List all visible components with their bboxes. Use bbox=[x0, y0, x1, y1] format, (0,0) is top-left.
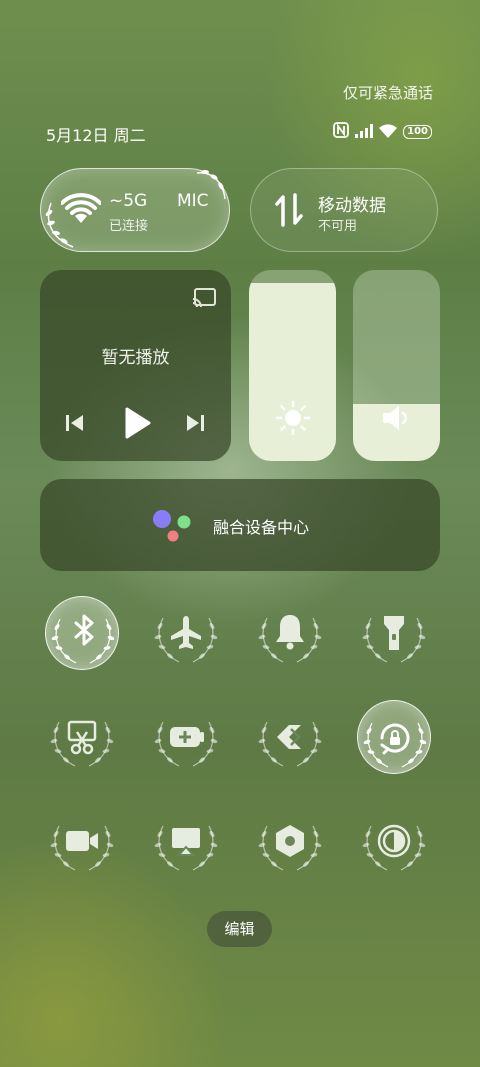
toggle-bluetooth[interactable] bbox=[45, 596, 119, 670]
status-icons: 100 bbox=[333, 122, 432, 142]
camera-icon bbox=[50, 825, 114, 871]
media-title: 暂无播放 bbox=[101, 348, 170, 368]
scissors-icon bbox=[50, 720, 114, 767]
mobile-data-title: 移动数据 bbox=[318, 196, 386, 216]
toggle-dark-mode[interactable] bbox=[357, 804, 431, 878]
speaker-icon bbox=[381, 404, 413, 436]
data-transfer-icon bbox=[275, 193, 303, 231]
share-icon bbox=[258, 721, 322, 767]
toggle-airplane-mode[interactable] bbox=[149, 596, 223, 670]
wifi-status: 已连接 bbox=[109, 219, 149, 234]
previous-track-icon[interactable] bbox=[65, 413, 85, 437]
mobile-data-status: 不可用 bbox=[318, 219, 358, 234]
nfc-icon bbox=[333, 122, 350, 142]
cast-icon[interactable] bbox=[191, 287, 217, 313]
wifi-title: ~5G bbox=[109, 191, 148, 211]
contrast-icon bbox=[362, 824, 426, 871]
toggle-share[interactable] bbox=[253, 700, 327, 774]
wifi-tile[interactable]: ~5G MIC 已连接 bbox=[40, 168, 230, 252]
battery-icon: 100 bbox=[403, 125, 432, 139]
signal-icon bbox=[355, 123, 374, 142]
bell-icon bbox=[258, 615, 322, 663]
date-text: 5月12日 周二 bbox=[46, 126, 146, 145]
mobile-data-tile[interactable]: 移动数据 不可用 bbox=[250, 168, 438, 252]
device-hub-card[interactable]: 融合设备中心 bbox=[40, 479, 440, 571]
toggle-settings-nut[interactable] bbox=[253, 804, 327, 878]
play-icon[interactable] bbox=[123, 407, 151, 443]
rotation-lock-icon bbox=[363, 722, 427, 768]
cast-icon bbox=[154, 825, 218, 871]
device-hub-logo-icon bbox=[152, 509, 194, 549]
next-track-icon[interactable] bbox=[185, 413, 205, 437]
toggle-cast[interactable] bbox=[149, 804, 223, 878]
brightness-slider[interactable] bbox=[249, 270, 336, 461]
toggle-rotation-lock[interactable] bbox=[357, 700, 431, 774]
emergency-calls-only-text: 仅可紧急通话 bbox=[342, 84, 433, 102]
flashlight-icon bbox=[362, 616, 426, 663]
edit-button[interactable]: 编辑 bbox=[207, 911, 272, 947]
airplane-icon bbox=[154, 616, 218, 663]
laurel-decoration-icon bbox=[43, 201, 83, 253]
hexagon-icon bbox=[258, 825, 322, 871]
toggle-screen-record[interactable] bbox=[45, 804, 119, 878]
sun-icon bbox=[275, 400, 311, 440]
wifi-icon bbox=[379, 123, 398, 142]
toggle-screenshot[interactable] bbox=[45, 700, 119, 774]
battery-plus-icon bbox=[154, 721, 218, 767]
bluetooth-icon bbox=[51, 614, 115, 664]
volume-slider[interactable] bbox=[353, 270, 440, 461]
device-hub-label: 融合设备中心 bbox=[213, 518, 310, 537]
media-player-card[interactable]: 暂无播放 bbox=[40, 270, 231, 461]
toggle-ring-mode[interactable] bbox=[253, 596, 327, 670]
toggle-power-saving[interactable] bbox=[149, 700, 223, 774]
toggle-flashlight[interactable] bbox=[357, 596, 431, 670]
laurel-decoration-icon bbox=[195, 169, 227, 207]
